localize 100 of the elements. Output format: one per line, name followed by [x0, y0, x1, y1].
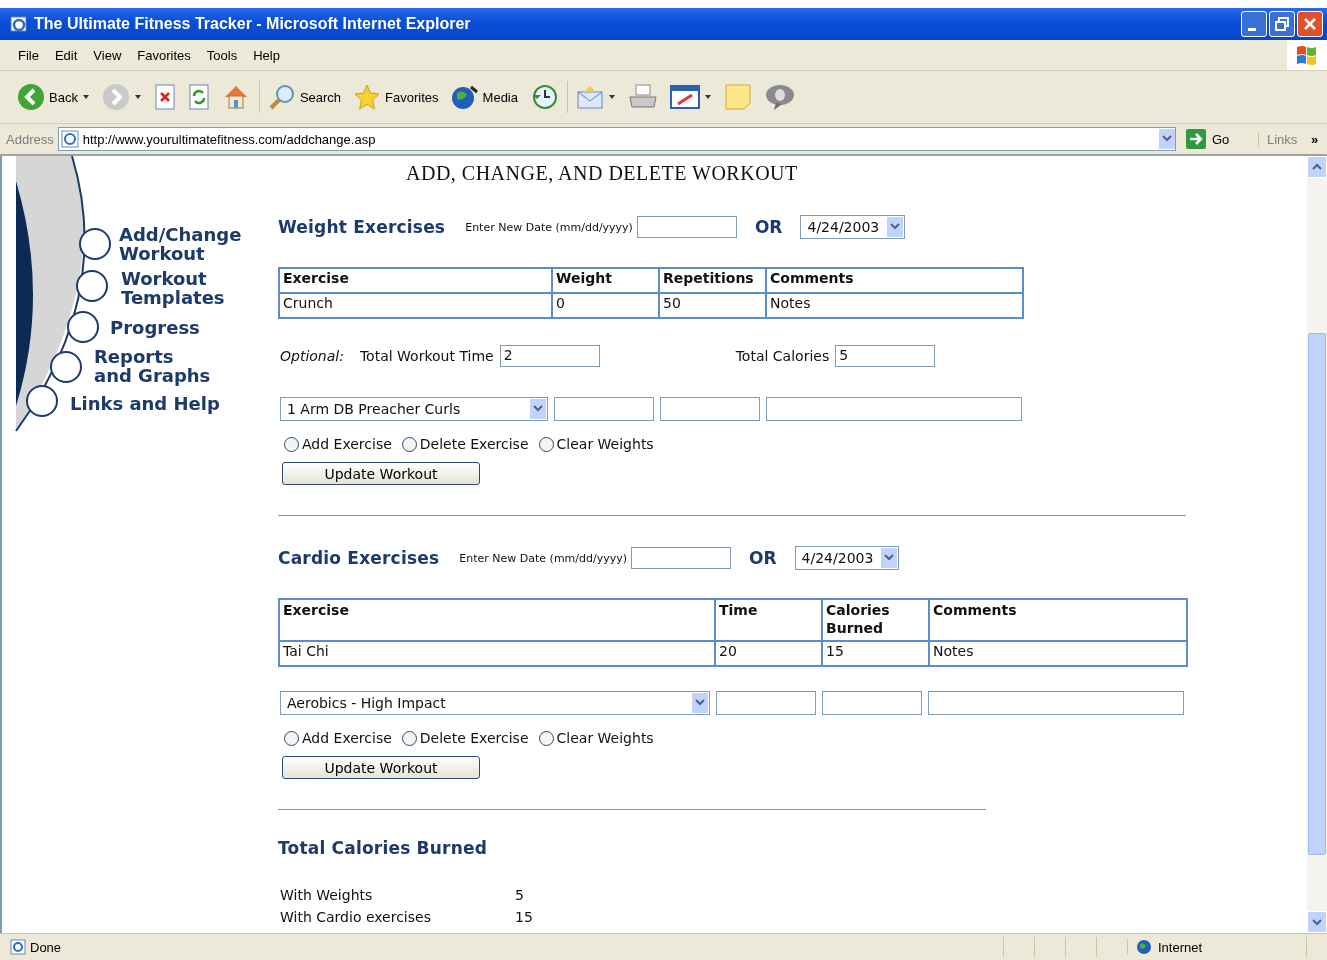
- calories-field[interactable]: 5: [835, 345, 936, 367]
- radio-circle[interactable]: [401, 436, 417, 452]
- zone-indicator: Internet: [1127, 939, 1306, 955]
- globe-icon: [450, 83, 479, 111]
- chevron-down-icon: [890, 223, 901, 231]
- update-workout-button[interactable]: Update Workout: [282, 462, 480, 485]
- update-workout-button[interactable]: Update Workout: [282, 756, 480, 779]
- column-header: Comments: [766, 268, 1023, 293]
- media-button[interactable]: Media: [447, 81, 521, 113]
- time-field[interactable]: 2: [499, 345, 600, 367]
- input-field[interactable]: [928, 691, 1184, 715]
- input-field[interactable]: [554, 397, 654, 421]
- table-cell: 50: [659, 293, 766, 318]
- menu-item[interactable]: Favorites: [129, 47, 199, 63]
- table-cell: 20: [715, 641, 822, 666]
- column-header: Time: [715, 599, 822, 641]
- dropdown-arrow-icon[interactable]: [705, 95, 711, 99]
- dropdown-arrow-icon[interactable]: [134, 95, 141, 99]
- total-label: With Weights: [280, 887, 374, 903]
- page-icon: [60, 130, 79, 148]
- column-header: Calories Burned: [822, 599, 929, 641]
- chevron-down-icon: [884, 554, 895, 562]
- column-header: Comments: [929, 599, 1187, 641]
- radio-option[interactable]: Add Exercise: [284, 730, 392, 746]
- chevron-up-icon: [1312, 163, 1322, 171]
- menu-item[interactable]: View: [85, 47, 130, 63]
- nav-link[interactable]: Progress: [110, 318, 200, 337]
- radio-option[interactable]: Delete Exercise: [401, 730, 529, 746]
- search-button[interactable]: Search: [258, 81, 345, 113]
- nav-link[interactable]: Reports and Graphs: [94, 347, 211, 385]
- field-label: Total Workout Time: [359, 348, 494, 364]
- column-header: Repetitions: [659, 268, 766, 293]
- date-label: Enter New Date (mm/dd/yyyy): [459, 551, 628, 565]
- back-button[interactable]: Back: [14, 81, 81, 113]
- table-cell: Notes: [929, 641, 1187, 666]
- radio-circle[interactable]: [538, 436, 554, 452]
- column-header: Weight: [552, 268, 659, 293]
- links-button[interactable]: Links: [1258, 131, 1307, 147]
- favorites-button[interactable]: Favorites: [350, 81, 442, 113]
- radio-option[interactable]: Delete Exercise: [401, 436, 529, 452]
- radio-option[interactable]: Add Exercise: [284, 436, 392, 452]
- arrow-icon: [1186, 129, 1206, 149]
- section-heading: Cardio Exercises: [278, 548, 440, 568]
- input-field[interactable]: [822, 691, 922, 715]
- nav-link[interactable]: Links and Help: [70, 394, 220, 413]
- input-field[interactable]: [660, 397, 760, 421]
- chevron-down-icon: [1162, 135, 1172, 143]
- page-title: ADD, CHANGE, AND DELETE WORKOUT: [406, 162, 798, 185]
- menu-item[interactable]: File: [10, 47, 47, 63]
- page-icon: [10, 939, 26, 955]
- menu-item[interactable]: Help: [245, 47, 288, 63]
- chevron-down-icon: [533, 405, 543, 413]
- optional-label: Optional:: [280, 348, 344, 364]
- input-field[interactable]: [716, 691, 816, 715]
- nav-link[interactable]: Workout Templates: [121, 269, 225, 307]
- radio-circle[interactable]: [401, 730, 417, 746]
- chevron-down-icon: [1312, 918, 1322, 926]
- radio-option[interactable]: Clear Weights: [538, 730, 654, 746]
- address-field[interactable]: http://www.yourultimatefitness.com/addchange.asp: [57, 127, 1176, 151]
- radio-circle[interactable]: [538, 730, 554, 746]
- dropdown-arrow-icon[interactable]: [609, 95, 615, 99]
- or-label: OR: [749, 548, 777, 568]
- radio-option[interactable]: Clear Weights: [538, 436, 654, 452]
- minimize-icon: [1248, 27, 1256, 31]
- total-value: 5: [515, 887, 525, 903]
- edit-button[interactable]: [667, 82, 703, 112]
- exercise-select[interactable]: Aerobics - High Impact: [280, 691, 710, 715]
- nav-link[interactable]: Add/Change Workout: [119, 225, 242, 263]
- scrollbar[interactable]: [1307, 156, 1327, 933]
- more-button[interactable]: »: [1311, 131, 1327, 147]
- table-cell: 15: [822, 641, 929, 666]
- globe-icon: [1136, 939, 1152, 955]
- window-title: The Ultimate Fitness Tracker - Microsoft Internet Explorer: [34, 15, 472, 33]
- menu-item[interactable]: Tools: [198, 47, 246, 63]
- star-icon: [353, 83, 382, 111]
- close-button[interactable]: [1297, 11, 1323, 37]
- status-text: Done: [0, 939, 1003, 955]
- table-cell: Crunch: [279, 293, 552, 318]
- radio-circle[interactable]: [284, 730, 299, 746]
- minimize-button[interactable]: [1241, 11, 1267, 37]
- date-input[interactable]: [636, 216, 737, 238]
- dropdown-arrow-icon[interactable]: [82, 95, 89, 99]
- menu-item[interactable]: Edit: [46, 47, 86, 63]
- date-select[interactable]: 4/24/2003: [800, 215, 906, 239]
- field-label: Total Calories: [735, 348, 830, 364]
- column-header: Exercise: [279, 599, 715, 641]
- radio-circle[interactable]: [284, 436, 299, 452]
- go-button[interactable]: Go: [1180, 129, 1254, 149]
- address-label: Address: [6, 131, 54, 147]
- total-value: 15: [515, 909, 533, 925]
- input-field[interactable]: [766, 397, 1022, 421]
- table-cell: Tai Chi: [279, 641, 715, 666]
- exercise-select[interactable]: 1 Arm DB Preacher Curls: [280, 397, 548, 421]
- total-label: With Cardio exercises: [280, 909, 432, 925]
- date-input[interactable]: [631, 547, 732, 569]
- or-label: OR: [754, 217, 783, 237]
- section-heading: Total Calories Burned: [278, 838, 488, 858]
- date-select[interactable]: 4/24/2003: [794, 546, 900, 570]
- dropdown-button[interactable]: [1159, 129, 1175, 149]
- restore-button[interactable]: [1269, 11, 1295, 37]
